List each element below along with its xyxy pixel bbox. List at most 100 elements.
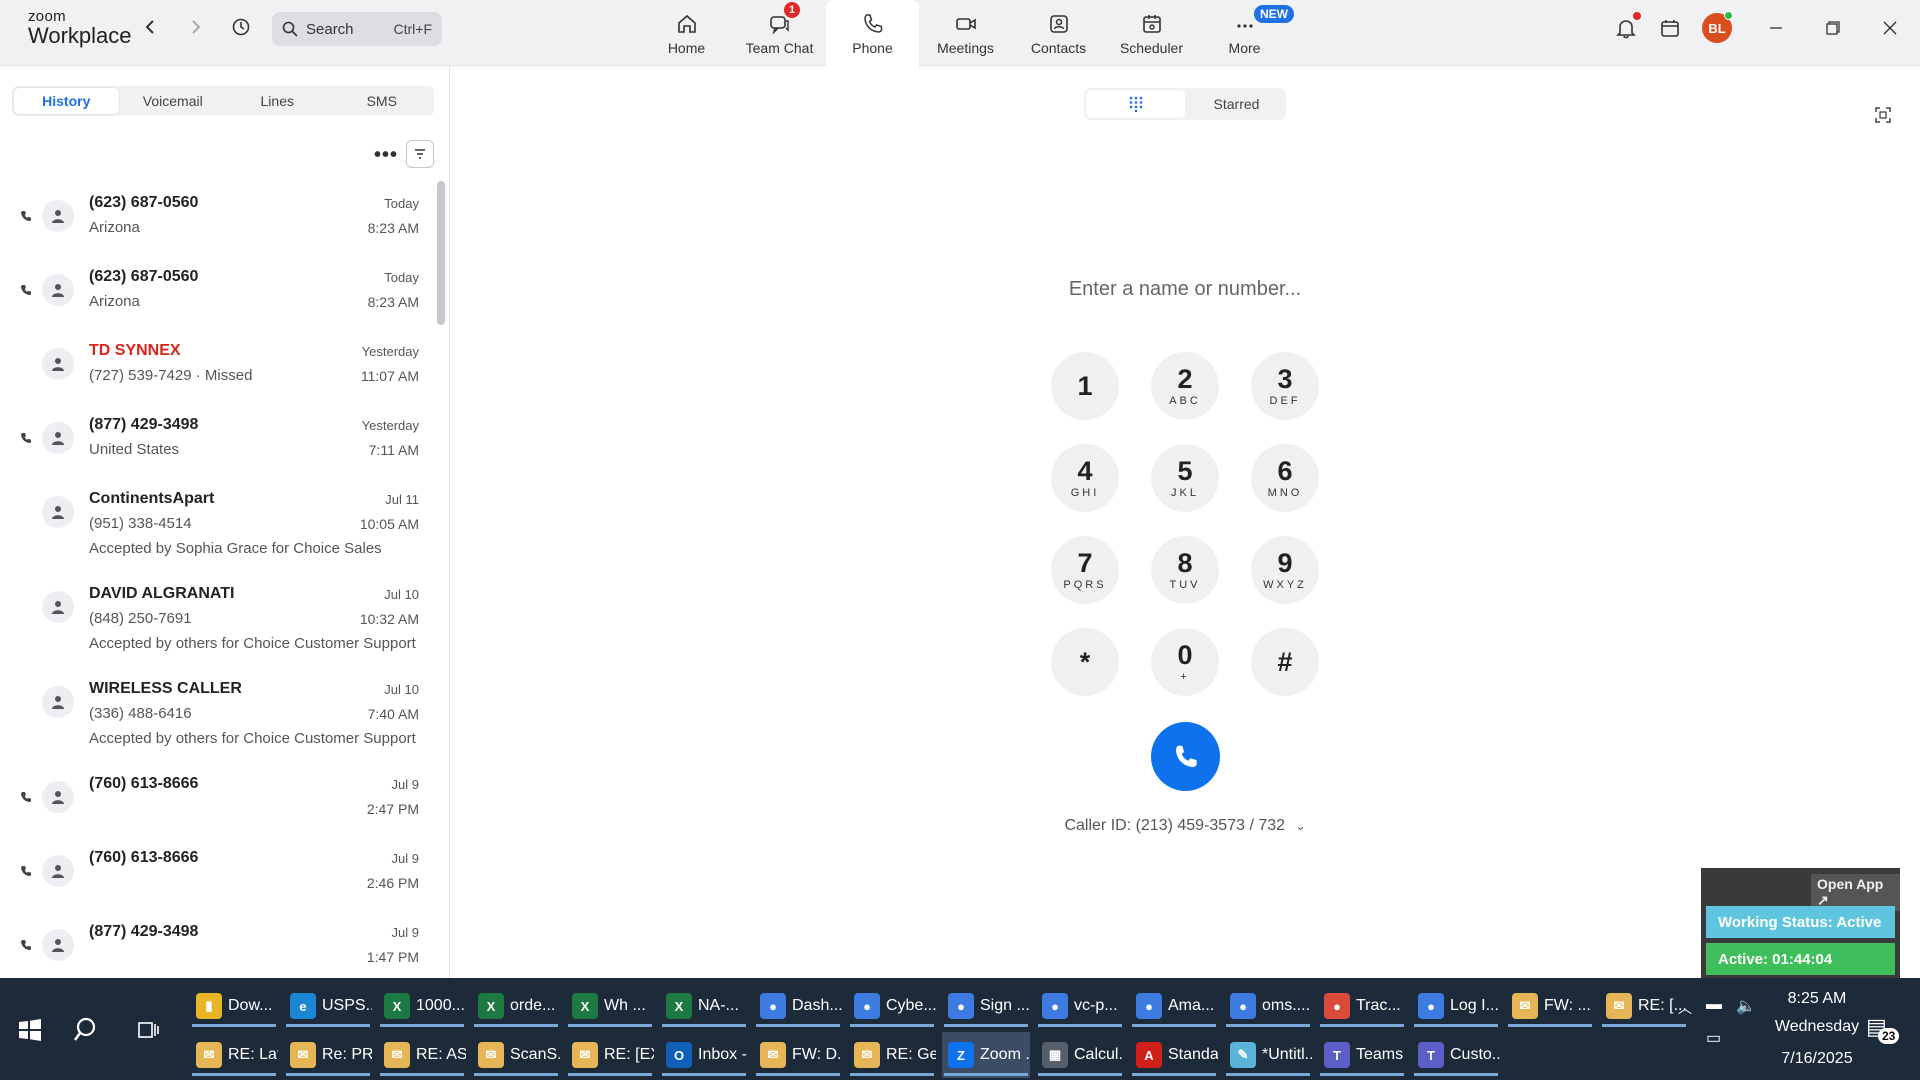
taskbar-item[interactable]: ✉ RE: [EX... [566, 1032, 654, 1078]
taskbar-item[interactable]: X Wh ... [566, 983, 654, 1029]
windows-start-icon[interactable] [18, 1018, 42, 1047]
key-2[interactable]: 2 ABC [1151, 352, 1219, 420]
taskbar-item[interactable]: ● Cybe... [848, 983, 936, 1029]
list-item[interactable]: TD SYNNEX (727) 539-7429 · Missed Yesterda… [0, 342, 430, 414]
segment-starred[interactable]: Starred [1187, 88, 1286, 120]
list-item[interactable]: (623) 687-0560 Arizona Today 8:23 AM [0, 194, 430, 266]
subtab-lines[interactable]: Lines [225, 86, 330, 116]
forward-arrow-icon[interactable] [182, 14, 208, 40]
tab-meetings[interactable]: Meetings [919, 0, 1012, 66]
key-7[interactable]: 7 PQRS [1051, 536, 1119, 604]
taskbar-item[interactable]: ✉ FW: D... [754, 1032, 842, 1078]
taskbar-item[interactable]: ● Trac... [1318, 983, 1406, 1029]
list-item[interactable]: (760) 613-8666 Jul 9 2:46 PM [0, 849, 430, 921]
caller-id-selector[interactable]: Caller ID: (213) 459-3573 / 732 ⌄ [1000, 817, 1370, 835]
list-item[interactable]: ContinentsApart (951) 338-4514 Accepted by… [0, 490, 430, 562]
app-icon: X [666, 993, 692, 1019]
tab-more[interactable]: More NEW [1198, 0, 1294, 66]
call-direction-icon [20, 864, 32, 876]
key-4[interactable]: 4 GHI [1051, 444, 1119, 512]
search-box[interactable]: Search Ctrl+F [272, 12, 442, 46]
taskbar-item[interactable]: X NA-... [660, 983, 748, 1029]
filter-icon [415, 149, 425, 159]
list-item[interactable]: (877) 429-3498 Jul 9 1:47 PM [0, 923, 430, 978]
close-icon[interactable] [1875, 14, 1905, 42]
key-1[interactable]: 1 [1051, 352, 1119, 420]
clock-time[interactable]: 8:25 AM [1762, 990, 1872, 1008]
list-item[interactable]: WIRELESS CALLER (336) 488-6416 Accepted by… [0, 680, 430, 752]
taskbar-item[interactable]: ✉ FW: ... [1506, 983, 1594, 1029]
tab-team-chat[interactable]: Team Chat 1 [733, 0, 826, 66]
app-icon: X [384, 993, 410, 1019]
tab-contacts[interactable]: Contacts [1012, 0, 1105, 66]
tab-scheduler[interactable]: Scheduler [1105, 0, 1198, 66]
show-hidden-icons[interactable]: ︿ [1678, 998, 1692, 1018]
list-item[interactable]: DAVID ALGRANATI (848) 250-7691 Accepted by… [0, 585, 430, 657]
taskbar-item-label: Log I... [1450, 997, 1499, 1014]
battery-icon[interactable]: ▬ [1706, 996, 1722, 1014]
taskbar-item[interactable]: ✉ RE: Ge... [848, 1032, 936, 1078]
taskbar-item[interactable]: ● oms.... [1224, 983, 1312, 1029]
running-indicator [1320, 1073, 1404, 1076]
calendar-status-icon[interactable] [1656, 14, 1684, 42]
filter-button[interactable] [406, 140, 434, 168]
key-9[interactable]: 9 WXYZ [1251, 536, 1319, 604]
taskbar-item[interactable]: ✉ Re: PR... [284, 1032, 372, 1078]
taskbar-search-icon[interactable] [73, 1016, 102, 1049]
segment-keypad[interactable] [1086, 90, 1185, 118]
key-digit: 7 [1077, 547, 1093, 578]
taskbar-item[interactable]: ● Ama... [1130, 983, 1218, 1029]
tab-home[interactable]: Home [640, 0, 733, 66]
key-3[interactable]: 3 DEF [1251, 352, 1319, 420]
history-icon[interactable] [228, 14, 254, 40]
taskbar-item[interactable]: Xorde... [472, 983, 560, 1029]
list-item[interactable]: (623) 687-0560 Arizona Today 8:23 AM [0, 268, 430, 340]
taskbar-item[interactable]: ✉ RE: AS... [378, 1032, 466, 1078]
back-arrow-icon[interactable] [138, 14, 164, 40]
taskbar-item[interactable]: ✉ RE: Lat... [190, 1032, 278, 1078]
taskbar-item[interactable]: X 1000... [378, 983, 466, 1029]
dial-input[interactable]: Enter a name or number... [1000, 278, 1370, 301]
taskbar-item[interactable]: ✎ *Untitl... [1224, 1032, 1312, 1078]
call-button[interactable] [1151, 722, 1220, 791]
volume-icon[interactable]: 🔈 [1736, 996, 1756, 1016]
task-view-icon[interactable] [136, 1018, 160, 1047]
clock-day[interactable]: Wednesday [1762, 1018, 1872, 1036]
more-options-icon[interactable]: ••• [374, 144, 398, 167]
taskbar-item[interactable]: T Custo... [1412, 1032, 1500, 1078]
taskbar-item[interactable]: ✉ RE: [... [1600, 983, 1688, 1029]
key-0[interactable]: 0 + [1151, 628, 1219, 696]
list-item[interactable]: (760) 613-8666 Jul 9 2:47 PM [0, 775, 430, 847]
key-5[interactable]: 5 JKL [1151, 444, 1219, 512]
app-icon: ▮ [196, 993, 222, 1019]
taskbar-item[interactable]: A Standa... [1130, 1032, 1218, 1078]
expand-icon[interactable] [1870, 102, 1896, 128]
caller-name: (877) 429-3498 [89, 923, 199, 940]
list-item[interactable]: (877) 429-3498 United States Yesterday 7:11… [0, 416, 430, 488]
taskbar-item[interactable]: ▦ Calcul... [1036, 1032, 1124, 1078]
key-6[interactable]: 6 MNO [1251, 444, 1319, 512]
minimize-icon[interactable] [1761, 14, 1791, 42]
taskbar-item[interactable]: ● Sign ... [942, 983, 1030, 1029]
subtab-voicemail[interactable]: Voicemail [121, 86, 226, 116]
restore-icon[interactable] [1818, 14, 1848, 42]
subtab-sms[interactable]: SMS [330, 86, 435, 116]
key-star[interactable]: * [1051, 628, 1119, 696]
taskbar-item[interactable]: ✉ ScanS... [472, 1032, 560, 1078]
taskbar-item[interactable]: ● Log I... [1412, 983, 1500, 1029]
taskbar-item[interactable]: e USPS... [284, 983, 372, 1029]
call-time: 10:32 AM [359, 611, 419, 627]
taskbar-item[interactable]: ● Dash... [754, 983, 842, 1029]
taskbar-item[interactable]: Z Zoom ... [942, 1032, 1030, 1078]
tab-phone[interactable]: Phone [826, 0, 919, 66]
taskbar-item[interactable]: ● vc-p... [1036, 983, 1124, 1029]
action-center-icon[interactable]: ▭ [1706, 1028, 1721, 1048]
history-scrollbar[interactable] [437, 181, 445, 325]
taskbar-item[interactable]: O Inbox -... [660, 1032, 748, 1078]
taskbar-item[interactable]: T Teams ... [1318, 1032, 1406, 1078]
subtab-history[interactable]: History [14, 88, 119, 114]
clock-date[interactable]: 7/16/2025 [1762, 1050, 1872, 1068]
key-8[interactable]: 8 TUV [1151, 536, 1219, 604]
taskbar-item[interactable]: ▮ Dow... [190, 983, 278, 1029]
key-hash[interactable]: # [1251, 628, 1319, 696]
